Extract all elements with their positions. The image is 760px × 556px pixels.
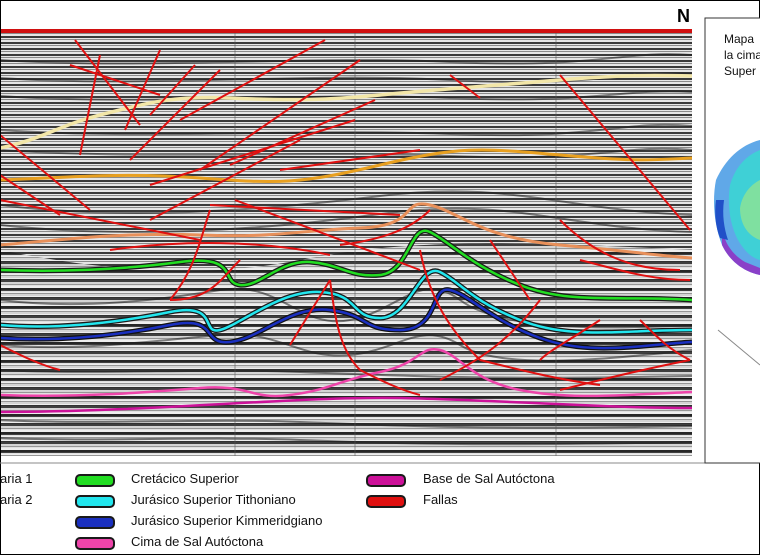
inset-map-title: Mapa la cima Super [724, 31, 760, 79]
legend-label-cima-sal: Cima de Sal Autóctona [131, 534, 264, 549]
legend-label-fallas: Fallas [423, 492, 458, 507]
legend-swatch-fallas [366, 495, 406, 508]
legend-label-terciaria-1: aria 1 [0, 471, 33, 486]
inset-map [704, 17, 760, 464]
legend-swatch-jurasico-tithoniano [75, 495, 115, 508]
legend-label-jurasico-tithoniano: Jurásico Superior Tithoniano [131, 492, 296, 507]
legend-swatch-cima-sal [75, 537, 115, 550]
legend-swatch-jurasico-kimmeridgiano [75, 516, 115, 529]
north-arrow-label: N [677, 6, 690, 26]
seismic-section [0, 31, 692, 456]
legend-label-jurasico-kimmeridgiano: Jurásico Superior Kimmeridgiano [131, 513, 323, 528]
legend-swatch-cretacico-superior [75, 474, 115, 487]
inset-title-line: la cima [724, 48, 760, 62]
seismic-figure [0, 0, 760, 555]
legend-label-base-sal: Base de Sal Autóctona [423, 471, 555, 486]
legend-swatch-base-sal [366, 474, 406, 487]
inset-title-line: Super [724, 64, 757, 78]
inset-title-line: Mapa [724, 32, 755, 46]
legend-label-terciaria-2: aria 2 [0, 492, 33, 507]
legend-label-cretacico-superior: Cretácico Superior [131, 471, 239, 486]
